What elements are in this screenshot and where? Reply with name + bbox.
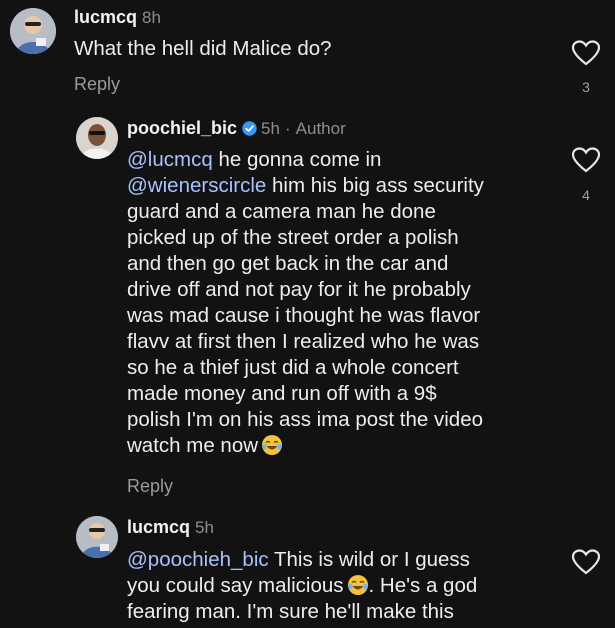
like-count: 4: [582, 187, 590, 203]
heart-outline-icon: [571, 40, 601, 66]
verified-badge-icon: [242, 121, 257, 136]
reply-button[interactable]: Reply: [127, 476, 173, 497]
line-text: him his big ass security: [266, 174, 484, 197]
like-button[interactable]: [571, 146, 601, 174]
mention-link[interactable]: @poochieh_bic: [127, 548, 269, 571]
mention-link[interactable]: @wienerscircle: [127, 174, 266, 197]
comment-line: so he a thief just did a whole concert: [127, 356, 459, 379]
avatar-poochiel-bic[interactable]: [76, 117, 118, 159]
face-with-tears-of-joy-emoji: [261, 434, 283, 456]
comment-line: What the hell did Malice do?: [74, 37, 332, 60]
reply-button[interactable]: Reply: [74, 74, 120, 95]
like-count: 3: [582, 79, 590, 95]
comment-line: @wienerscircle him his big ass security: [127, 173, 484, 199]
comment-username[interactable]: lucmcq 5h: [127, 517, 214, 538]
avatar-lucmcq[interactable]: [76, 516, 118, 558]
comment-line: you could say malicious . He's a god: [127, 573, 477, 599]
comment-line: @lucmcq he gonna come in: [127, 147, 484, 173]
comment-line: picked up of the street order a polish: [127, 226, 459, 249]
comment-line: guard and a camera man he done: [127, 200, 436, 223]
heart-outline-icon: [571, 549, 601, 575]
comment-line: watch me now: [127, 433, 484, 459]
username-text[interactable]: lucmcq: [74, 7, 137, 27]
comment-line: was mad cause i thought he was flavor: [127, 304, 481, 327]
author-badge: Author: [295, 119, 346, 138]
comment-line: made money and run off with a 9$: [127, 382, 437, 405]
comment-timestamp: 5h: [261, 119, 280, 138]
line-text: watch me now: [127, 434, 259, 457]
like-button[interactable]: [571, 548, 601, 576]
meta-separator: ·: [284, 119, 291, 138]
comment-username[interactable]: poochiel_bic 5h · Author: [127, 118, 346, 139]
like-button[interactable]: [571, 39, 601, 67]
mention-link[interactable]: @lucmcq: [127, 148, 213, 171]
heart-outline-icon: [571, 147, 601, 173]
line-text: he gonna come in: [212, 148, 382, 171]
comment-timestamp: 5h: [195, 518, 214, 537]
comment-timestamp: 8h: [142, 8, 161, 27]
comment-text: What the hell did Malice do?: [74, 36, 332, 62]
face-with-tears-of-joy-emoji: [347, 574, 369, 596]
username-text[interactable]: lucmcq: [127, 517, 190, 537]
username-text[interactable]: poochiel_bic: [127, 118, 237, 138]
avatar-lucmcq[interactable]: [10, 8, 56, 54]
comment-line: drive off and not pay for it he probably: [127, 278, 471, 301]
comment-text: @poochieh_bic This is wild or I guess yo…: [127, 547, 477, 625]
comment-line: flavv at first then I realized who he wa…: [127, 330, 480, 353]
comment-line: @poochieh_bic This is wild or I guess: [127, 547, 477, 573]
line-text: you could say malicious: [127, 574, 344, 597]
comment-line: and then go get back in the car and: [127, 252, 449, 275]
comment-text: @lucmcq he gonna come in @wienerscircle …: [127, 147, 484, 459]
comment-line: fearing man. I'm sure he'll make this: [127, 600, 454, 623]
comment-line: polish I'm on his ass ima post the video: [127, 408, 484, 431]
line-text: This is wild or I guess: [268, 548, 470, 571]
comment-username[interactable]: lucmcq 8h: [74, 7, 161, 28]
line-text: . He's a god: [368, 574, 478, 597]
